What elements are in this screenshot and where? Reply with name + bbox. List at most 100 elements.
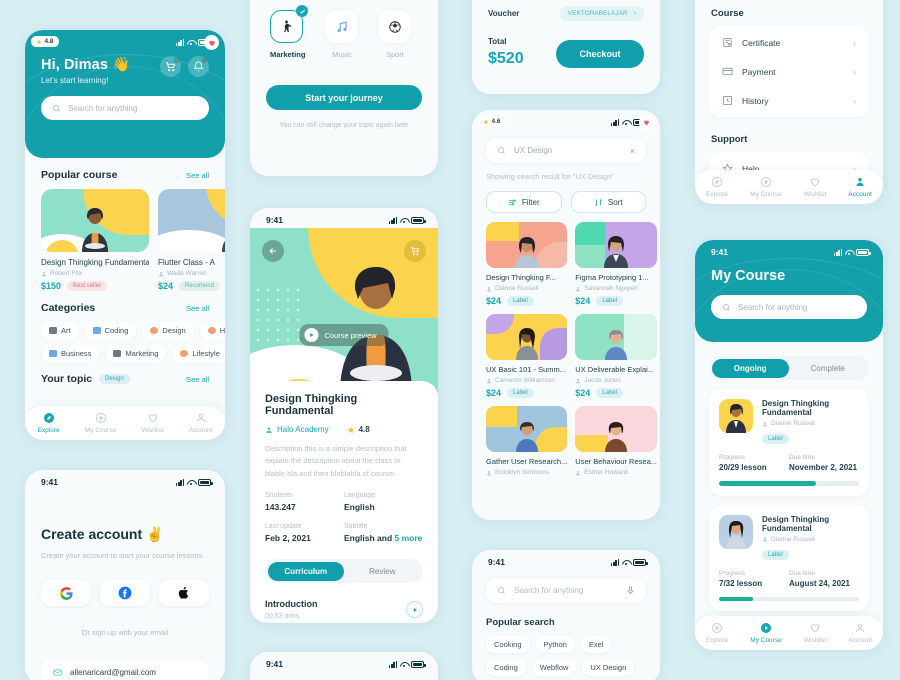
search-tag-exel[interactable]: Exel: [580, 636, 612, 653]
search-tag-coding[interactable]: Coding: [486, 659, 526, 676]
lesson-play-button[interactable]: [406, 601, 423, 619]
checkout-button[interactable]: Checkout: [556, 40, 644, 68]
account-item-history[interactable]: History ›: [709, 86, 869, 115]
account-course-list: Certificate › Payment › History ›: [709, 26, 869, 117]
category-chip-business[interactable]: Business: [41, 345, 100, 362]
tab-my-course[interactable]: My Course: [750, 176, 782, 198]
due-value: August 24, 2021: [789, 578, 850, 588]
cart-button[interactable]: [404, 240, 426, 262]
email-value: allenaricard@gmail.com: [70, 667, 156, 677]
my-course-item[interactable]: Design Thingking Fundamental Dianne Russ…: [709, 389, 869, 496]
tab-curriculum[interactable]: Curriculum: [267, 561, 344, 581]
voucher-chip[interactable]: VEKTORABELAJAR ›: [559, 6, 644, 21]
filter-button[interactable]: Filter: [486, 191, 562, 213]
wishlist-button[interactable]: [204, 35, 219, 50]
segment-ongoing[interactable]: Ongoing: [711, 358, 789, 378]
popular-search-title: Popular search: [486, 617, 555, 628]
sort-button[interactable]: Sort: [570, 191, 646, 213]
course-card[interactable]: 4.6 User Behaviour Resea... Esther Howar…: [478, 115, 657, 476]
my-course-item[interactable]: Design Thingking Fundamental Dianne Russ…: [709, 504, 869, 611]
search-tag-python[interactable]: Python: [535, 636, 575, 653]
category-chip-art[interactable]: Art: [41, 322, 79, 339]
topic-options: Marketing Music Sport: [250, 0, 438, 59]
clear-search-icon[interactable]: ×: [630, 146, 635, 156]
tab-account[interactable]: Account: [189, 412, 212, 434]
topic-label: Sport: [385, 50, 404, 59]
due-label: Due time: [789, 454, 816, 461]
your-topic-see-all[interactable]: See all: [186, 375, 209, 384]
start-journey-button[interactable]: Start your journey: [266, 85, 422, 110]
search-tag-cooking[interactable]: Cooking: [486, 636, 530, 653]
wifi-icon: [622, 119, 630, 126]
popular-course-list: 4.8 Design Thingking Fundamental Robert …: [25, 35, 225, 291]
course-price: $24: [158, 281, 174, 291]
marketing-icon: [113, 350, 122, 357]
wishlist-button[interactable]: [639, 115, 654, 130]
progress-bar: [719, 596, 859, 601]
notification-button[interactable]: [188, 56, 209, 77]
tab-account[interactable]: Account: [848, 176, 872, 198]
account-item-certificate[interactable]: Certificate ›: [709, 28, 869, 57]
search-input[interactable]: Search for anything: [486, 578, 646, 603]
progress-value: 7/32 lesson: [719, 578, 763, 588]
topic-option-marketing[interactable]: Marketing: [270, 5, 308, 59]
play-circle-icon: [761, 623, 771, 633]
battery-icon: [411, 216, 426, 224]
tab-wishlist[interactable]: Wishlist: [804, 176, 826, 198]
course-card[interactable]: 4.8 UX Basic 101 - Summ... Cameron Willi…: [478, 115, 654, 398]
course-card[interactable]: 4.8 Flutter Class - A Wade Warren $24 Re…: [31, 36, 225, 291]
course-preview-button[interactable]: Course preview: [299, 324, 389, 346]
search-input[interactable]: Search for anything: [711, 295, 867, 319]
facebook-login-button[interactable]: [100, 580, 150, 606]
subtitle-more-link[interactable]: 5 more: [395, 533, 423, 543]
battery-icon: [856, 248, 871, 256]
course-badge: Label: [762, 549, 789, 560]
tab-account[interactable]: Account: [848, 622, 872, 644]
screen-create-account: 9:41 Create account ✌️ Create your accou…: [25, 470, 225, 680]
course-card[interactable]: 4.8 UX Deliverable Explai... Jacob Jones…: [478, 115, 657, 398]
tab-explore[interactable]: Explore: [706, 622, 728, 644]
person-icon: [266, 426, 272, 433]
tab-wishlist[interactable]: Wishlist: [141, 412, 164, 434]
search-tag-webflow[interactable]: Webflow: [531, 659, 577, 676]
account-item-payment[interactable]: Payment ›: [709, 57, 869, 86]
tab-my-course[interactable]: My Course: [750, 622, 782, 644]
stat-key: Students: [265, 492, 293, 500]
tab-my-course[interactable]: My Course: [85, 412, 116, 434]
topic-option-sport[interactable]: Sport: [378, 10, 412, 59]
segment-complete[interactable]: Complete: [789, 359, 867, 378]
search-tag-ux-design[interactable]: UX Design: [582, 659, 635, 676]
google-login-button[interactable]: [41, 580, 91, 606]
course-card[interactable]: 4.8 Design Thingking F... Dianne Russell…: [478, 115, 654, 306]
tab-explore[interactable]: Explore: [706, 176, 728, 198]
category-chip-health[interactable]: He: [199, 322, 225, 339]
course-card[interactable]: 4.8 Figma Prototyping 1... Savannah Nguy…: [478, 115, 657, 306]
category-chip-marketing[interactable]: Marketing: [105, 345, 167, 362]
instructor-illustration: [515, 328, 538, 360]
tab-review[interactable]: Review: [344, 562, 421, 581]
course-badge: Best seller: [67, 281, 108, 291]
course-card[interactable]: 4.8 Gather User Research... Brooklyn Sim…: [478, 115, 654, 476]
topic-option-music[interactable]: Music: [325, 10, 359, 59]
cart-button[interactable]: [160, 56, 181, 77]
progress-label: Progress: [719, 454, 746, 461]
lesson-row[interactable]: Introduction 00:53 mins: [265, 599, 423, 620]
categories-see-all[interactable]: See all: [186, 304, 209, 313]
course-thumbnail: [719, 514, 753, 549]
email-field[interactable]: allenaricard@gmail.com: [41, 659, 209, 680]
explore-icon: [712, 623, 723, 633]
course-card[interactable]: 4.8 Design Thingking Fundamental Robert …: [31, 35, 219, 291]
category-chip-design[interactable]: Design: [142, 322, 194, 339]
tab-explore[interactable]: Explore: [38, 412, 60, 434]
back-button[interactable]: [262, 240, 284, 262]
search-input[interactable]: UX Design ×: [486, 138, 646, 163]
category-chip-coding[interactable]: Coding: [84, 322, 137, 339]
apple-login-button[interactable]: [159, 580, 209, 606]
course-thumbnail: [486, 222, 568, 268]
tab-wishlist[interactable]: Wishlist: [804, 622, 826, 644]
category-chip-lifestyle[interactable]: Lifestyle: [172, 345, 225, 362]
microphone-icon: [627, 586, 634, 595]
search-input[interactable]: Search for anything: [41, 96, 209, 120]
course-badge: Label: [507, 388, 534, 398]
popular-see-all[interactable]: See all: [186, 171, 209, 180]
